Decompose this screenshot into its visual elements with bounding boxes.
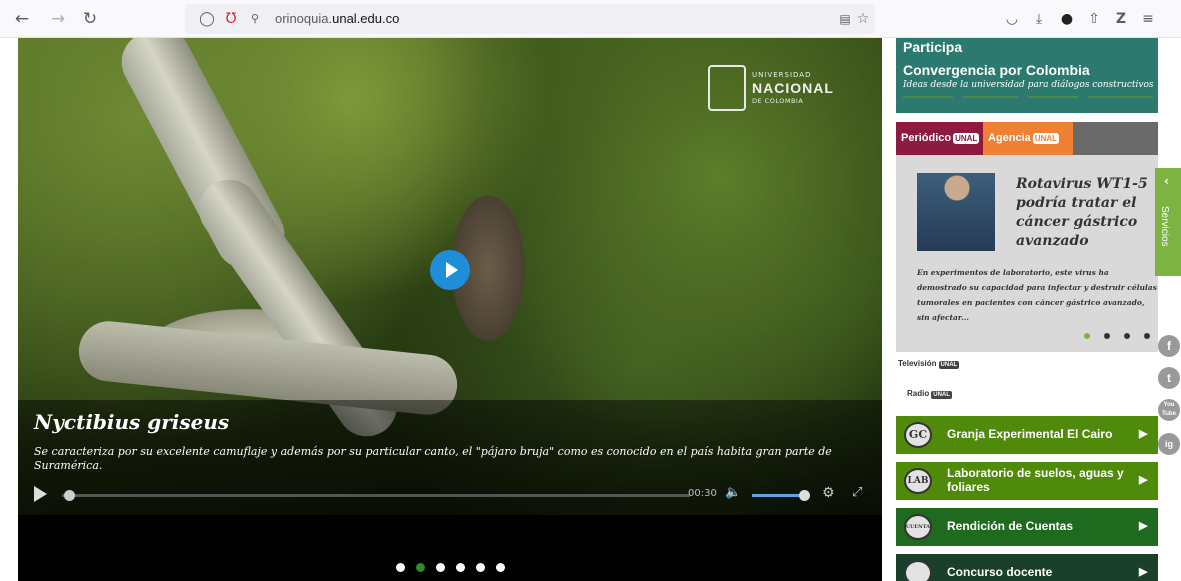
share-icon[interactable]: ⇧ <box>1084 9 1104 29</box>
video-controls: 00:30 🔈 ⚙ ⤢ <box>18 482 882 510</box>
servicios-tab[interactable]: ‹ Servicios <box>1155 168 1181 276</box>
news-dot[interactable] <box>1124 333 1130 339</box>
page: UNIVERSIDAD NACIONAL DE COLOMBIA Nyctibi… <box>0 38 1181 581</box>
slide-dot[interactable] <box>436 563 445 572</box>
arrow-right-icon: ▶ <box>1139 428 1148 440</box>
slide-dot[interactable] <box>476 563 485 572</box>
progress-knob[interactable] <box>64 490 76 501</box>
zotero-icon[interactable]: Z <box>1111 9 1131 29</box>
link-logo-icon <box>904 560 932 581</box>
tab-agencia[interactable]: Agencia UNAL <box>983 122 1073 155</box>
browser-toolbar: ← → ↻ ◯ ᘮ ⚲ orinoquia.unal.edu.co ▤ ☆ ◡ … <box>0 0 1181 38</box>
television-link[interactable]: Televisión UNAL <box>898 359 960 369</box>
news-tabs: Periódico UNAL Agencia UNAL <box>896 122 1158 155</box>
news-summary: En experimentos de laboratorio, este vir… <box>917 268 1157 322</box>
reload-icon[interactable]: ↻ <box>80 9 100 29</box>
twitter-icon[interactable]: t <box>1158 367 1180 389</box>
unal-seal-icon <box>708 65 746 111</box>
quick-link-label: Laboratorio de suelos, aguas y foliares <box>947 466 1124 494</box>
volume-icon[interactable]: 🔈 <box>725 485 741 500</box>
slide-dot[interactable] <box>416 563 425 572</box>
download-icon[interactable]: ⤓ <box>1029 9 1049 29</box>
forward-arrow-icon[interactable]: → <box>48 9 68 29</box>
bookmark-star-icon[interactable]: ☆ <box>853 9 873 29</box>
slide-dot[interactable] <box>456 563 465 572</box>
news-title[interactable]: Rotavirus WT1-5 podría tratar el cáncer … <box>1016 175 1158 251</box>
slide-dot[interactable] <box>496 563 505 572</box>
news-dot[interactable] <box>1144 333 1150 339</box>
link-logo-icon: CUENTA <box>904 514 932 540</box>
url-text[interactable]: orinoquia.unal.edu.co <box>275 11 399 26</box>
participa-divider <box>903 96 1153 98</box>
slide-dot[interactable] <box>396 563 405 572</box>
logo-line3: DE COLOMBIA <box>752 97 804 105</box>
arrow-right-icon: ▶ <box>1139 566 1148 578</box>
shield-icon[interactable]: ◯ <box>197 9 217 29</box>
link-logo-icon: LAB <box>904 468 932 494</box>
arrow-right-icon: ▶ <box>1139 520 1148 532</box>
facebook-icon[interactable]: f <box>1158 335 1180 357</box>
news-widget: Periódico UNAL Agencia UNAL Rotavirus WT1-… <box>896 122 1158 352</box>
news-image[interactable] <box>917 173 995 251</box>
chevron-left-icon: ‹ <box>1164 174 1169 188</box>
video-time: 00:30 <box>688 488 717 499</box>
sidebar: Participa Convergencia por Colombia Idea… <box>896 38 1158 581</box>
permissions-icon[interactable]: ᘮ <box>221 9 241 29</box>
quick-link-button[interactable]: CUENTA Rendición de Cuentas ▶ <box>896 508 1158 546</box>
youtube-icon[interactable]: You Tube <box>1158 399 1180 421</box>
menu-icon[interactable]: ≡ <box>1138 9 1158 29</box>
progress-track[interactable] <box>62 494 690 497</box>
quick-link-label: Granja Experimental El Cairo <box>947 427 1113 441</box>
reader-mode-icon[interactable]: ▤ <box>835 9 855 29</box>
quick-link-button[interactable]: Concurso docente ▶ <box>896 554 1158 581</box>
fullscreen-icon[interactable]: ⤢ <box>852 485 862 500</box>
video-title: Nyctibius griseus <box>34 410 230 434</box>
quick-link-label: Rendición de Cuentas <box>947 519 1074 533</box>
link-logo-icon: GC <box>904 422 932 448</box>
tab-periodico[interactable]: Periódico UNAL <box>896 122 983 155</box>
arrow-right-icon: ▶ <box>1139 474 1148 486</box>
logo-line2: NACIONAL <box>752 80 834 96</box>
volume-track[interactable] <box>752 494 803 497</box>
video-description: Se caracteriza por su excelente camuflaj… <box>34 445 832 472</box>
pocket-icon[interactable]: ◡ <box>1002 9 1022 29</box>
hero-video-player[interactable]: UNIVERSIDAD NACIONAL DE COLOMBIA Nyctibi… <box>18 38 882 581</box>
connection-icon[interactable]: ⚲ <box>245 9 265 29</box>
news-dot[interactable] <box>1084 333 1090 339</box>
video-frame[interactable]: UNIVERSIDAD NACIONAL DE COLOMBIA Nyctibi… <box>18 38 882 515</box>
url-bar[interactable]: ◯ ᘮ ⚲ orinoquia.unal.edu.co ▤ ☆ <box>185 4 875 34</box>
logo-line1: UNIVERSIDAD <box>752 71 812 79</box>
play-icon[interactable] <box>430 250 470 290</box>
unal-logo: UNIVERSIDAD NACIONAL DE COLOMBIA <box>708 63 838 113</box>
gear-icon[interactable]: ⚙ <box>822 485 835 501</box>
participa-title: Convergencia por Colombia <box>903 62 1090 78</box>
quick-link-label: Concurso docente <box>947 565 1053 579</box>
quick-link-button[interactable]: LAB Laboratorio de suelos, aguas y foliar… <box>896 462 1158 500</box>
volume-knob[interactable] <box>798 490 810 501</box>
news-dot[interactable] <box>1104 333 1110 339</box>
radio-link[interactable]: Radio UNAL <box>907 389 952 399</box>
participa-subtitle: Ideas desde la universidad para diálogos… <box>903 80 1154 90</box>
extension-icon[interactable]: ● <box>1057 9 1077 29</box>
servicios-label: Servicios <box>1159 206 1170 247</box>
participa-banner[interactable]: Participa Convergencia por Colombia Idea… <box>896 38 1158 113</box>
instagram-icon[interactable]: ig <box>1158 433 1180 455</box>
quick-link-button[interactable]: GC Granja Experimental El Cairo ▶ <box>896 416 1158 454</box>
play-control-icon[interactable] <box>34 486 47 502</box>
participa-heading: Participa <box>903 39 963 55</box>
back-arrow-icon[interactable]: ← <box>12 9 32 29</box>
